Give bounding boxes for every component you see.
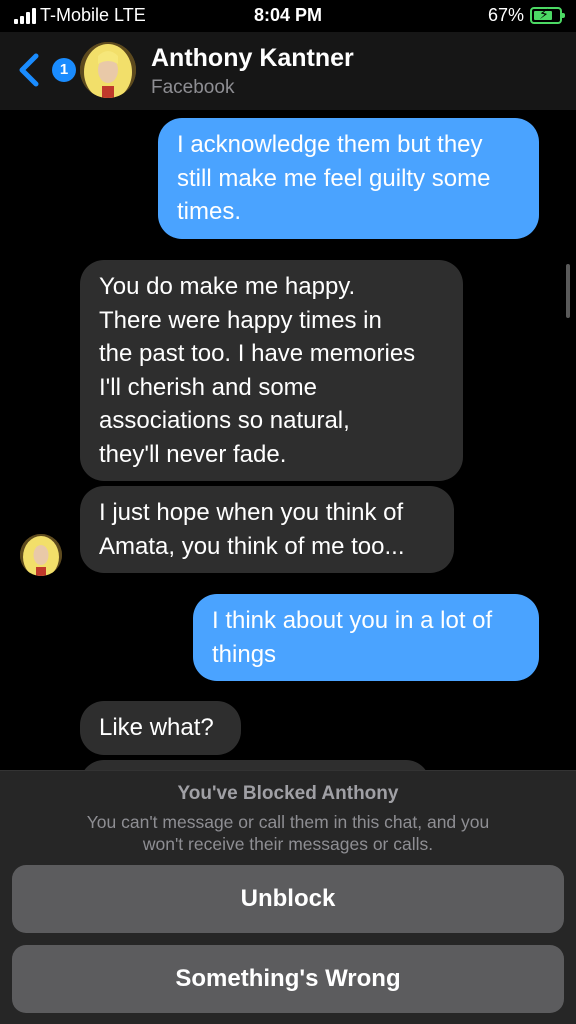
blocked-description-line: You can't message or call them in this c… (86, 812, 490, 832)
blocked-title: You've Blocked Anthony (177, 783, 399, 804)
message-bubble-received[interactable]: You do make me happy. There were happy t… (80, 260, 463, 481)
status-bar: T-Mobile LTE 8:04 PM 67% ⚡ (0, 0, 576, 32)
message-bubble-sent[interactable]: I acknowledge them but they still make m… (158, 118, 539, 239)
message-text: I just hope when you think of (99, 499, 404, 526)
charging-bolt-icon: ⚡ (539, 6, 549, 22)
message-text: I acknowledge them but they (177, 131, 483, 158)
message-bubble-sent[interactable]: I think about you in a lot of things (193, 594, 539, 681)
message-text: times. (177, 198, 242, 225)
message-text: Amata, you think of me too... (99, 532, 405, 560)
back-chevron-icon (19, 53, 39, 87)
message-bubble-received[interactable]: Like what? (80, 701, 241, 755)
blocked-description-line: won't receive their messages or calls. (142, 834, 434, 854)
contact-name[interactable]: Anthony Kantner (151, 44, 354, 73)
something-wrong-button[interactable]: Something's Wrong (12, 945, 564, 1013)
message-text: There were happy times in (99, 306, 382, 334)
message-text: the past too. I have memories (99, 340, 416, 367)
contact-subtitle: Facebook (151, 77, 235, 98)
message-text: they'll never fade. (99, 440, 287, 468)
message-bubble-received[interactable]: I just hope when you think of Amata, you… (80, 486, 454, 573)
message-text: associations so natural, (99, 407, 350, 434)
conversation-header: 1 Anthony Kantner Facebook (0, 32, 576, 110)
contact-avatar[interactable] (80, 42, 136, 98)
message-bubble-received[interactable] (80, 760, 430, 770)
blocked-notice-panel: You've Blocked Anthony You can't message… (0, 770, 576, 1024)
message-text: still make me feel guilty some (177, 164, 491, 192)
sender-avatar[interactable] (20, 534, 62, 576)
back-button[interactable]: 1 (14, 50, 76, 90)
message-text: things (212, 640, 277, 668)
message-text: I think about you in a lot of (212, 607, 493, 634)
battery-icon: ⚡ (530, 6, 565, 24)
scroll-indicator[interactable] (566, 264, 570, 318)
message-text: I'll cherish and some (99, 373, 318, 401)
unblock-button[interactable]: Unblock (12, 865, 564, 933)
unread-badge: 1 (52, 58, 76, 82)
message-thread[interactable]: I acknowledge them but they still make m… (0, 110, 576, 770)
message-text: You do make me happy. (99, 273, 356, 300)
battery-percentage: 67% (487, 5, 524, 25)
blocked-description: You can't message or call them in this c… (40, 811, 536, 855)
message-text: Like what? (99, 714, 214, 741)
